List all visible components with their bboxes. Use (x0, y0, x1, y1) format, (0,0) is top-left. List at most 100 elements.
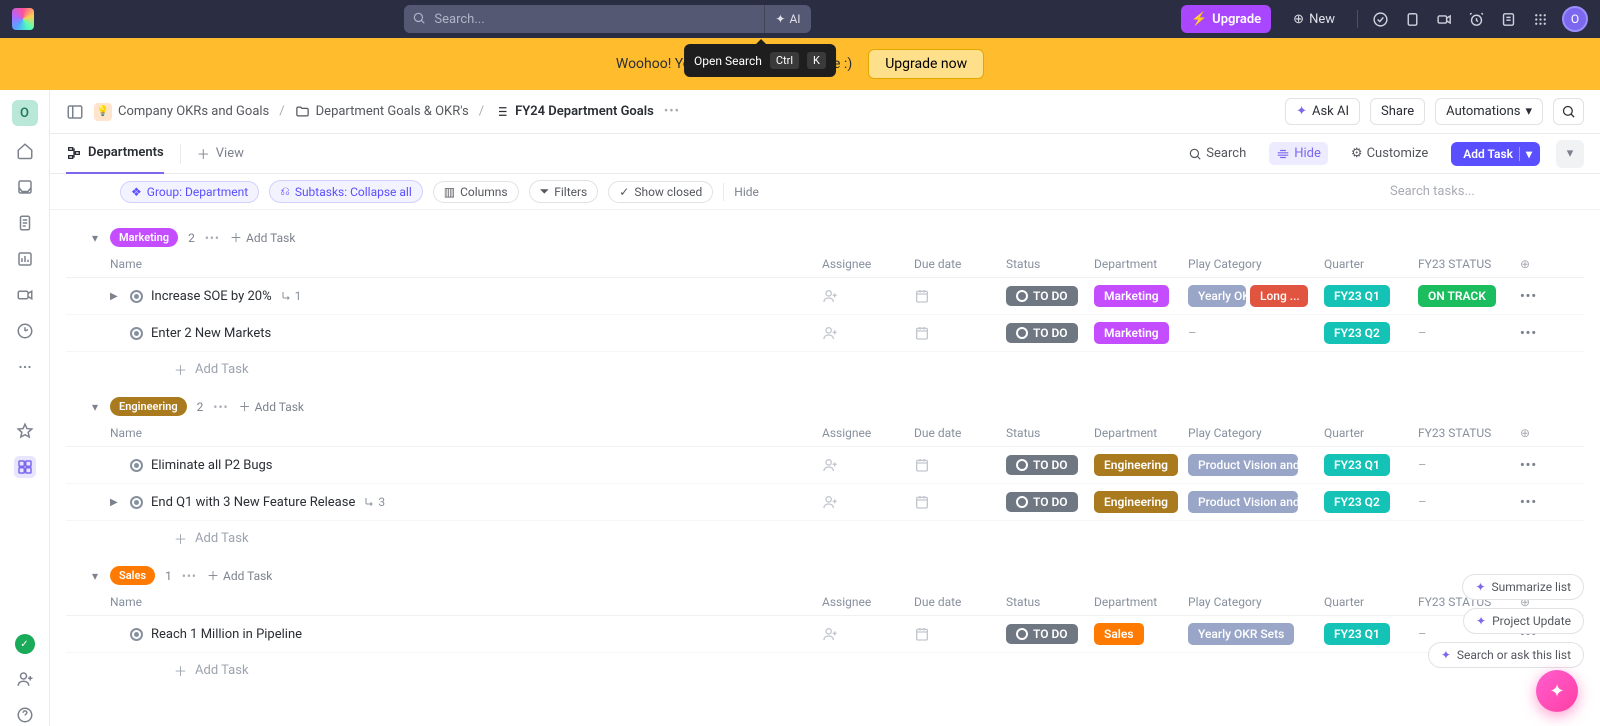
task-name[interactable]: Increase SOE by 20% (151, 289, 272, 304)
assignee-cell[interactable] (822, 288, 914, 304)
col-due[interactable]: Due date (914, 595, 1006, 609)
col-status[interactable]: Status (1006, 595, 1094, 609)
status-cell[interactable]: TO DO (1006, 492, 1094, 512)
ask-ai-button[interactable]: ✦Ask AI (1285, 98, 1360, 125)
collapse-icon[interactable]: ▾ (92, 231, 98, 245)
task-name[interactable]: Enter 2 New Markets (151, 326, 271, 341)
breadcrumb-folder[interactable]: Department Goals & OKR's (295, 104, 469, 119)
play-cell[interactable]: – (1188, 326, 1324, 341)
col-dept[interactable]: Department (1094, 257, 1188, 271)
dept-cell[interactable]: Marketing (1094, 322, 1188, 344)
row-more-icon[interactable]: ••• (1520, 289, 1540, 304)
chevron-down-icon[interactable]: ▾ (1519, 147, 1532, 161)
fy23-cell[interactable]: – (1418, 326, 1520, 341)
task-row[interactable]: Eliminate all P2 BugsTO DOEngineeringPro… (66, 447, 1584, 484)
add-task-button[interactable]: Add Task▾ (1451, 142, 1540, 166)
assignee-cell[interactable] (822, 457, 914, 473)
quarter-cell[interactable]: FY23 Q1 (1324, 285, 1418, 307)
clips-icon[interactable] (14, 284, 36, 306)
docs-icon[interactable] (14, 212, 36, 234)
star-icon[interactable] (14, 420, 36, 442)
group-label[interactable]: Marketing (110, 228, 178, 247)
col-status[interactable]: Status (1006, 257, 1094, 271)
status-circle-icon[interactable] (130, 290, 143, 303)
quarter-cell[interactable]: FY23 Q2 (1324, 322, 1418, 344)
columns-pill[interactable]: ▥Columns (433, 181, 519, 203)
clipboard-icon[interactable] (1402, 9, 1422, 29)
task-row[interactable]: ▶End Q1 with 3 New Feature Release3TO DO… (66, 484, 1584, 521)
fy23-cell[interactable]: – (1418, 458, 1520, 473)
collapse-icon[interactable]: ▾ (92, 400, 98, 414)
filters-pill[interactable]: ⏷Filters (529, 180, 599, 203)
group-more-icon[interactable]: ••• (205, 231, 220, 245)
breadcrumb-list[interactable]: FY24 Department Goals (494, 104, 654, 119)
assignee-cell[interactable] (822, 626, 914, 642)
summarize-button[interactable]: ✦Summarize list (1462, 574, 1584, 600)
row-more-icon[interactable]: ••• (1520, 458, 1540, 473)
header-search-button[interactable] (1553, 98, 1584, 125)
check-circle-icon[interactable] (1370, 9, 1390, 29)
ask-list-button[interactable]: ✦Search or ask this list (1428, 642, 1584, 668)
col-dept[interactable]: Department (1094, 426, 1188, 440)
group-pill[interactable]: ❖Group: Department (120, 181, 259, 203)
col-due[interactable]: Due date (914, 426, 1006, 440)
col-play[interactable]: Play Category (1188, 595, 1324, 609)
app-logo-icon[interactable] (12, 8, 34, 30)
subtasks-pill[interactable]: ⎌Subtasks: Collapse all (269, 180, 423, 203)
help-icon[interactable] (14, 704, 36, 726)
col-fy23[interactable]: FY23 STATUS (1418, 257, 1520, 271)
row-more-icon[interactable]: ••• (1520, 326, 1540, 341)
sidebar-toggle-icon[interactable] (66, 103, 84, 121)
add-task-row[interactable]: ＋Add Task (66, 653, 1584, 688)
show-closed-pill[interactable]: ✓Show closed (608, 181, 713, 203)
new-button[interactable]: ⊕ New (1283, 5, 1345, 33)
subtask-count[interactable]: 3 (363, 495, 385, 509)
search-input[interactable] (404, 5, 764, 33)
col-assignee[interactable]: Assignee (822, 257, 914, 271)
row-more-icon[interactable]: ••• (1520, 495, 1540, 510)
fy23-cell[interactable]: – (1418, 495, 1520, 510)
quarter-cell[interactable]: FY23 Q2 (1324, 491, 1418, 513)
notes-icon[interactable] (1498, 9, 1518, 29)
expand-icon[interactable]: ▶ (110, 497, 122, 508)
col-fy23[interactable]: FY23 STATUS (1418, 426, 1520, 440)
due-cell[interactable] (914, 457, 1006, 473)
add-view-button[interactable]: ＋View (197, 144, 244, 163)
add-task-row[interactable]: ＋Add Task (66, 352, 1584, 387)
video-icon[interactable] (1434, 9, 1454, 29)
col-dept[interactable]: Department (1094, 595, 1188, 609)
view-search-button[interactable]: Search (1181, 142, 1253, 165)
status-ok-icon[interactable]: ✓ (15, 634, 35, 654)
col-status[interactable]: Status (1006, 426, 1094, 440)
task-row[interactable]: Enter 2 New MarketsTO DOMarketing–FY23 Q… (66, 315, 1584, 352)
col-name[interactable]: Name (110, 426, 822, 440)
col-assignee[interactable]: Assignee (822, 595, 914, 609)
banner-upgrade-button[interactable]: Upgrade now (868, 49, 984, 79)
page-more-icon[interactable]: ••• (664, 104, 680, 119)
dept-cell[interactable]: Sales (1094, 623, 1188, 645)
expand-icon[interactable]: ▶ (110, 291, 122, 302)
status-cell[interactable]: TO DO (1006, 286, 1094, 306)
status-circle-icon[interactable] (130, 628, 143, 641)
status-cell[interactable]: TO DO (1006, 455, 1094, 475)
quarter-cell[interactable]: FY23 Q1 (1324, 454, 1418, 476)
more-rail-icon[interactable] (14, 356, 36, 378)
add-column-icon[interactable]: ⊕ (1520, 257, 1540, 271)
automations-button[interactable]: Automations▾ (1435, 98, 1543, 125)
view-tab-departments[interactable]: Departments (66, 134, 164, 174)
customize-button[interactable]: ⚙Customize (1344, 142, 1435, 165)
quarter-cell[interactable]: FY23 Q1 (1324, 623, 1418, 645)
view-hide-button[interactable]: Hide (1269, 142, 1328, 165)
task-name[interactable]: Reach 1 Million in Pipeline (151, 627, 302, 642)
alarm-icon[interactable] (1466, 9, 1486, 29)
group-more-icon[interactable]: ••• (213, 400, 228, 414)
inbox-icon[interactable] (14, 176, 36, 198)
hide-link[interactable]: Hide (734, 185, 759, 199)
col-quarter[interactable]: Quarter (1324, 595, 1418, 609)
user-avatar[interactable]: O (1562, 6, 1588, 32)
play-cell[interactable]: Yearly OK...Long ... (1188, 285, 1324, 307)
group-add-task[interactable]: ＋Add Task (207, 567, 272, 584)
collapse-icon[interactable]: ▾ (92, 569, 98, 583)
grid-apps-icon[interactable] (1530, 9, 1550, 29)
col-play[interactable]: Play Category (1188, 257, 1324, 271)
